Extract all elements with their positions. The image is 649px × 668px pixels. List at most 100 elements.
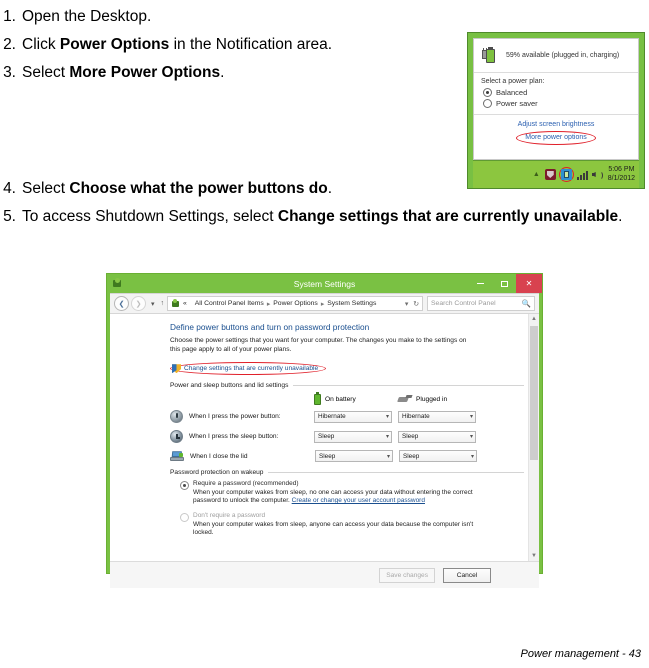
password-option-dont-require[interactable]: Don't require a password When your compu… (170, 512, 524, 538)
search-placeholder: Search Control Panel (431, 300, 496, 307)
setting-row-power-button: When I press the power button: Hibernate… (170, 410, 524, 424)
step-text-bold: More Power Options (69, 64, 221, 81)
up-one-level-button[interactable]: ↑ (161, 300, 165, 307)
step-item-5: 5. To access Shutdown Settings, select C… (0, 204, 649, 229)
column-header-on-battery: On battery (314, 392, 398, 406)
back-button[interactable]: ❮ (114, 296, 129, 311)
breadcrumb-separator: ▸ (266, 300, 271, 308)
recent-locations-chevron-down-icon[interactable]: ▾ (151, 300, 155, 308)
system-settings-window-figure: System Settings ✕ ❮ ❯ ▾ ↑ « All Control … (106, 273, 543, 588)
step-number: 5. (3, 208, 16, 225)
close-lid-plugged-in-dropdown[interactable]: Sleep ▾ (399, 450, 477, 463)
address-dropdown-chevron-down-icon[interactable]: ▾ (405, 300, 408, 308)
search-input[interactable]: Search Control Panel 🔍 (427, 296, 535, 311)
chevron-down-icon: ▾ (469, 414, 473, 421)
scroll-down-arrow-icon[interactable]: ▼ (531, 553, 537, 559)
uac-shield-icon (172, 364, 181, 373)
close-button[interactable]: ✕ (516, 274, 542, 293)
step-item-1: 1. Open the Desktop. (0, 4, 649, 29)
sleep-button-icon (170, 430, 183, 444)
step-text-pre: Select (22, 180, 70, 197)
power-button-icon (170, 410, 183, 424)
setting-row-sleep-button: When I press the sleep button: Sleep ▾ S… (170, 430, 524, 444)
security-shield-icon[interactable] (544, 169, 556, 180)
network-signal-icon[interactable] (576, 169, 588, 180)
group-legend: Password protection on wakeup (170, 469, 524, 476)
step-text-pre: Click (22, 36, 60, 53)
create-change-password-link[interactable]: Create or change your user account passw… (292, 497, 425, 504)
volume-speaker-icon[interactable] (591, 169, 603, 180)
step-text: To access Shutdown Settings, select Chan… (22, 204, 649, 229)
red-ellipse-annotation-icon (170, 362, 327, 376)
breadcrumb-prefix: « (183, 300, 187, 307)
power-plan-option-balanced[interactable]: Balanced (474, 87, 638, 98)
window-title-bar: System Settings ✕ (107, 274, 542, 293)
battery-tray-icon-circled[interactable] (558, 167, 574, 182)
navigation-toolbar: ❮ ❯ ▾ ↑ « All Control Panel Items ▸ Powe… (110, 293, 539, 314)
power-flyout-figure: 59% available (plugged in, charging) Sel… (467, 32, 645, 189)
column-headers: On battery Plugged in (170, 392, 524, 406)
scrollbar-thumb[interactable] (530, 326, 538, 460)
step-text-post: in the Notification area. (169, 36, 333, 53)
content-left-margin (110, 314, 170, 561)
setting-label: When I press the power button: (189, 413, 281, 421)
chevron-down-icon: ▾ (385, 414, 389, 421)
control-panel-icon (171, 299, 180, 308)
radio-icon[interactable] (483, 88, 492, 97)
address-bar-controls: ▾ ↻ (399, 300, 419, 308)
breadcrumb-item-1[interactable]: Power Options (273, 300, 318, 307)
clock-time: 5:06 PM (608, 166, 635, 173)
taskbar-clock[interactable]: 5:06 PM 8/1/2012 (608, 166, 635, 183)
column-header-plugged-in: Plugged in (397, 394, 482, 404)
breadcrumb-item-0[interactable]: All Control Panel Items (195, 300, 264, 307)
power-plug-icon (397, 394, 413, 404)
adjust-screen-brightness-link[interactable]: Adjust screen brightness (474, 120, 638, 130)
radio-icon[interactable] (180, 512, 189, 522)
battery-status-text: 59% available (plugged in, charging) (506, 52, 620, 59)
sleep-button-on-battery-dropdown[interactable]: Sleep ▾ (314, 430, 392, 443)
battery-tray-icon (560, 169, 572, 180)
group-rule (293, 385, 524, 387)
forward-button[interactable]: ❯ (131, 296, 146, 311)
power-plan-option-power-saver[interactable]: Power saver (474, 98, 638, 109)
step-text-bold: Power Options (59, 36, 170, 53)
radio-icon[interactable] (483, 99, 492, 108)
close-lid-on-battery-dropdown[interactable]: Sleep ▾ (315, 450, 393, 463)
window-content-area: Define power buttons and turn on passwor… (110, 314, 539, 561)
minimize-button[interactable] (468, 274, 492, 293)
power-and-sleep-group: Power and sleep buttons and lid settings… (170, 382, 524, 463)
show-hidden-icons-chevron-up-icon[interactable]: ▲ (533, 171, 540, 178)
battery-charging-icon (482, 46, 499, 64)
laptop-lid-icon (170, 450, 184, 462)
dropdown-value: Hibernate (318, 413, 346, 421)
address-bar[interactable]: « All Control Panel Items ▸ Power Option… (167, 296, 423, 311)
save-changes-button[interactable]: Save changes (379, 567, 435, 583)
vertical-scrollbar[interactable]: ▲ ▼ (528, 314, 539, 561)
setting-row-close-lid: When I close the lid Sleep ▾ Sleep ▾ (170, 450, 524, 463)
more-power-options-link[interactable]: More power options (516, 131, 596, 145)
column-header-label: Plugged in (416, 395, 448, 403)
step-text-post: . (327, 180, 333, 197)
step-text-post: . (618, 208, 623, 225)
step-text: Open the Desktop. (22, 4, 649, 29)
flyout-links: Adjust screen brightness More power opti… (474, 115, 638, 145)
scroll-up-arrow-icon[interactable]: ▲ (531, 316, 537, 322)
chevron-down-icon: ▾ (385, 434, 389, 441)
chevron-down-icon: ▾ (470, 453, 474, 460)
refresh-icon[interactable]: ↻ (413, 300, 419, 308)
breadcrumb-item-2[interactable]: System Settings (327, 300, 376, 307)
setting-label: When I press the sleep button: (189, 433, 279, 441)
maximize-button[interactable] (492, 274, 516, 293)
change-settings-unavailable-link[interactable]: Change settings that are currently unava… (170, 362, 327, 376)
sleep-button-plugged-in-dropdown[interactable]: Sleep ▾ (398, 430, 476, 443)
step-number: 2. (3, 36, 16, 53)
password-protection-group: Password protection on wakeup Require a … (170, 469, 524, 538)
power-button-plugged-in-dropdown[interactable]: Hibernate ▾ (398, 410, 476, 423)
cancel-button[interactable]: Cancel (443, 567, 491, 583)
radio-icon[interactable] (180, 481, 189, 491)
scrollbar-track[interactable] (529, 326, 539, 549)
power-plan-option-label: Power saver (496, 99, 538, 108)
power-button-on-battery-dropdown[interactable]: Hibernate ▾ (314, 410, 392, 423)
power-plan-option-label: Balanced (496, 88, 528, 97)
password-option-require[interactable]: Require a password (recommended) When yo… (170, 480, 524, 506)
